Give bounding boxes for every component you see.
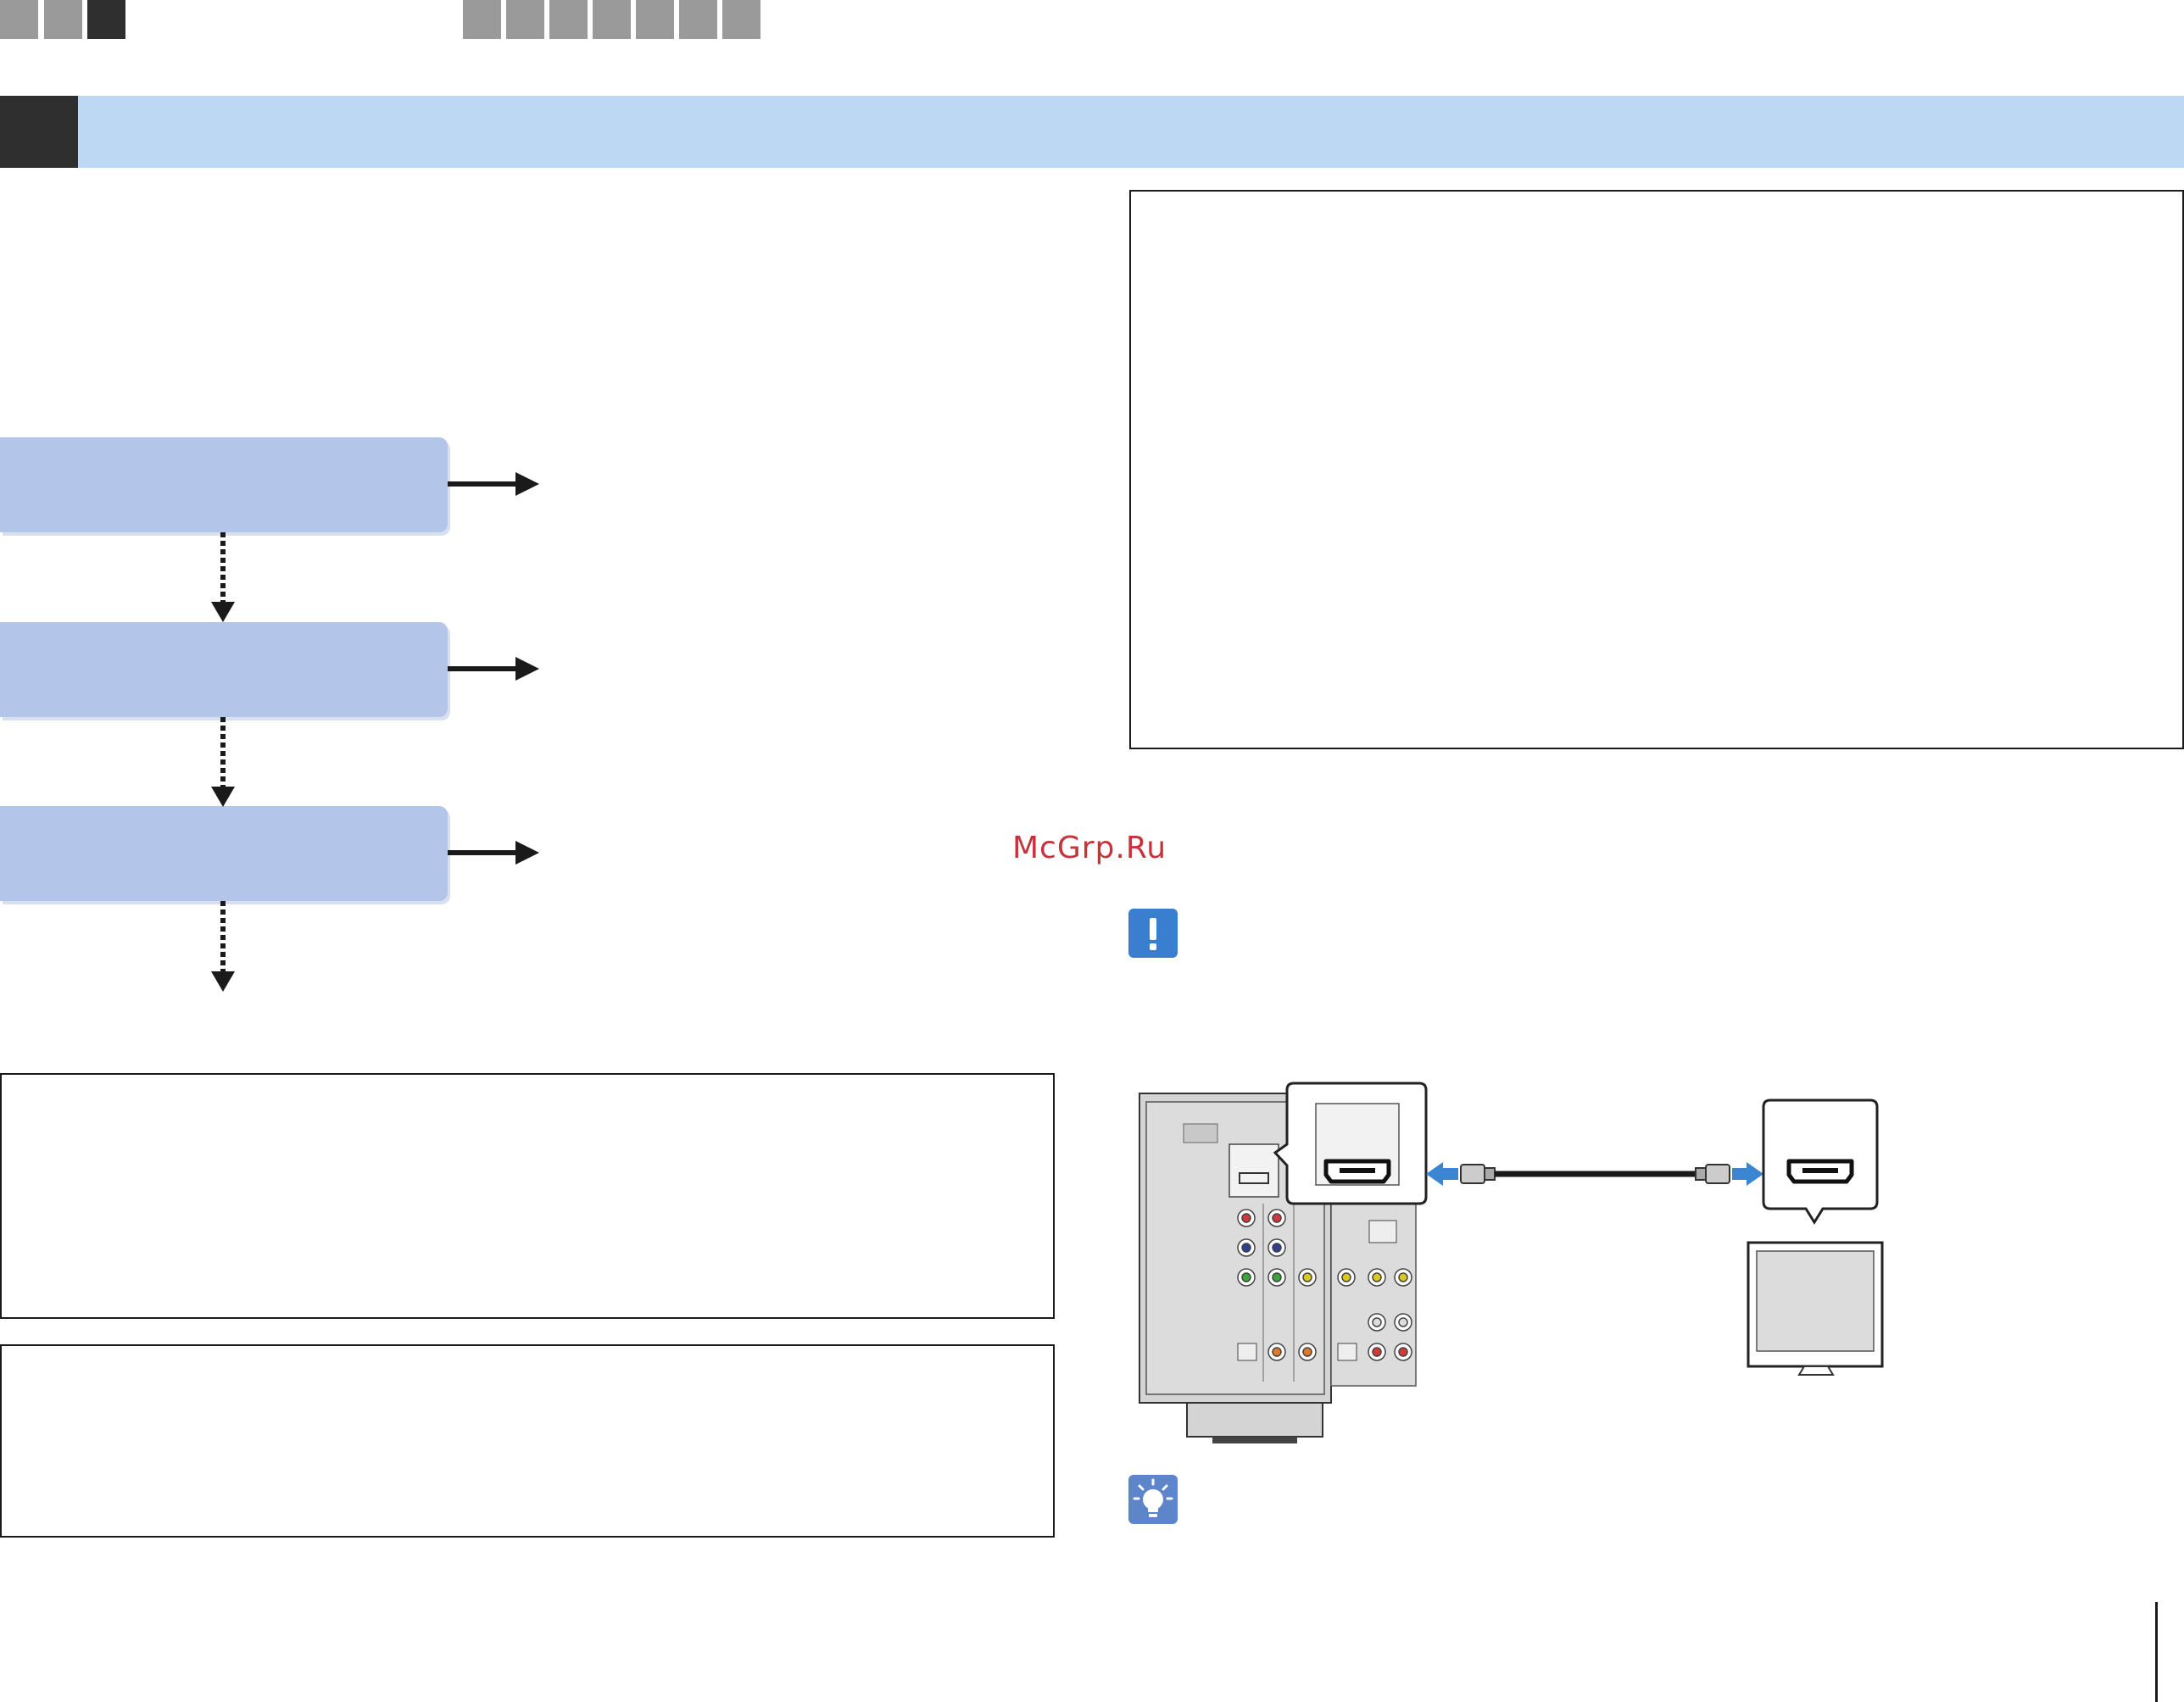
info-box-left-1: [0, 1073, 1055, 1319]
info-box-top-right: [1129, 190, 2184, 749]
nav-tab[interactable]: [593, 0, 631, 39]
tv: [1747, 1241, 1884, 1376]
hdmi-cable: [1426, 1162, 1763, 1186]
arrow-right-3: [448, 841, 539, 865]
page-edge-rule: [2155, 1602, 2158, 1702]
tv-hdmi-callout: [1762, 1099, 1879, 1225]
arrow-down-dotted-1: [211, 532, 235, 622]
nav-tab[interactable]: [636, 0, 674, 39]
hdmi-connection-diagram: [1139, 1082, 1884, 1443]
nav-tab[interactable]: [722, 0, 760, 39]
watermark: McGrp.Ru: [1012, 831, 1167, 865]
receiver-hdmi-callout: [1273, 1082, 1428, 1205]
nav-tab[interactable]: [679, 0, 717, 39]
receiver-rear-panel-right: [1330, 1203, 1417, 1387]
flowchart-arrows: [211, 472, 539, 992]
arrow-right-1: [448, 472, 539, 496]
exclamation-icon: [1128, 909, 1178, 958]
arrow-right-2: [448, 657, 539, 681]
arrow-down-dotted-3: [211, 901, 235, 992]
lightbulb-icon: [1128, 1475, 1178, 1524]
arrow-down-dotted-2: [211, 717, 235, 807]
info-box-left-2: [0, 1344, 1055, 1538]
